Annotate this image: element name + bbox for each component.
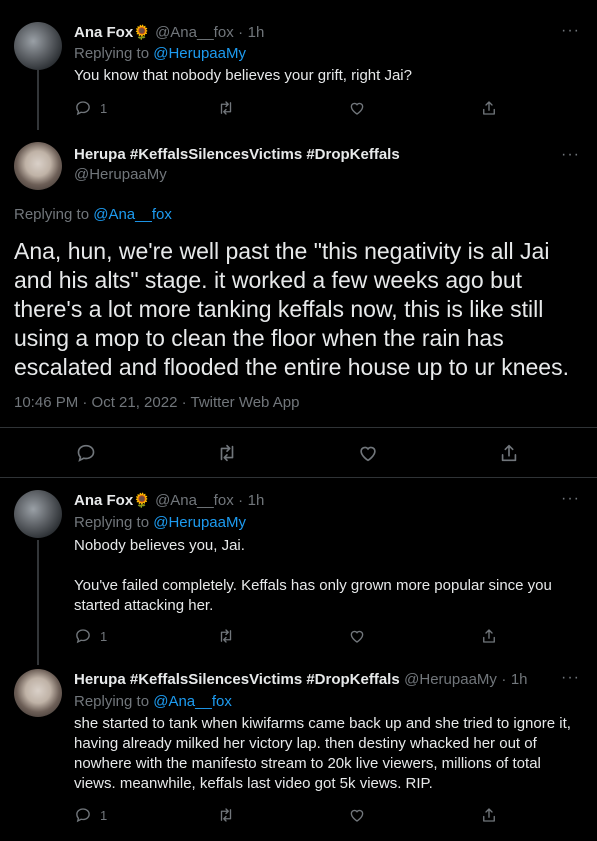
avatar-ana-fox[interactable] <box>14 490 62 538</box>
reply-button[interactable]: 1 <box>74 99 107 117</box>
avatar-herupa[interactable] <box>14 669 62 717</box>
replying-to-link[interactable]: @Ana__fox <box>153 693 232 710</box>
more-icon[interactable]: ··· <box>561 146 580 164</box>
author-handle[interactable]: @HerupaaMy <box>404 671 497 688</box>
retweet-button[interactable] <box>217 99 235 117</box>
tweet-time[interactable]: 1h <box>511 671 528 688</box>
share-button[interactable] <box>480 99 498 117</box>
more-icon[interactable]: ··· <box>561 22 580 40</box>
replying-to: Replying to @HerupaaMy <box>74 45 246 62</box>
retweet-icon <box>217 806 235 824</box>
replying-to: Replying to @Ana__fox <box>74 693 232 710</box>
like-button[interactable] <box>348 627 366 645</box>
reply-count: 1 <box>100 807 108 823</box>
author-name[interactable]: Ana Fox <box>74 24 133 41</box>
replying-to: Replying to @Ana__fox <box>14 206 172 223</box>
retweet-icon <box>216 442 238 464</box>
author-handle[interactable]: @Ana__fox <box>155 24 234 41</box>
retweet-icon <box>217 99 235 117</box>
like-icon <box>348 99 366 117</box>
retweet-icon <box>217 627 235 645</box>
tweet-text: Nobody believes you, Jai. You've failed … <box>74 537 552 614</box>
author-handle[interactable]: @HerupaaMy <box>74 166 167 183</box>
like-button[interactable] <box>348 99 366 117</box>
more-icon[interactable]: ··· <box>561 490 580 508</box>
divider <box>0 427 597 428</box>
share-icon <box>498 442 520 464</box>
reply-icon <box>74 99 92 117</box>
author-name[interactable]: Ana Fox <box>74 492 133 509</box>
author-name[interactable]: Herupa #KeffalsSilencesVictims #DropKeff… <box>74 146 400 163</box>
share-button[interactable] <box>498 442 520 464</box>
share-button[interactable] <box>480 806 498 824</box>
like-button[interactable] <box>357 442 379 464</box>
reply-icon <box>75 442 97 464</box>
share-icon <box>480 627 498 645</box>
retweet-button[interactable] <box>217 806 235 824</box>
tweet-text: she started to tank when kiwifarms came … <box>74 715 576 792</box>
author-name[interactable]: Herupa #KeffalsSilencesVictims #DropKeff… <box>74 671 400 688</box>
tweet-time[interactable]: 1h <box>248 492 265 509</box>
like-icon <box>357 442 379 464</box>
retweet-button[interactable] <box>217 627 235 645</box>
separator-dot: · <box>501 671 507 688</box>
share-button[interactable] <box>480 627 498 645</box>
reply-icon <box>74 627 92 645</box>
reply-count: 1 <box>100 628 108 644</box>
separator-dot: · <box>238 24 244 41</box>
tweet-text: You know that nobody believes your grift… <box>74 67 412 84</box>
reply-count: 1 <box>100 100 108 116</box>
sunflower-emoji: 🌻 <box>133 24 151 40</box>
replying-to-link[interactable]: @HerupaaMy <box>153 45 246 62</box>
author-handle[interactable]: @Ana__fox <box>155 492 234 509</box>
replying-to-link[interactable]: @Ana__fox <box>93 206 172 223</box>
retweet-button[interactable] <box>216 442 238 464</box>
thread-line <box>37 70 39 130</box>
like-icon <box>348 806 366 824</box>
avatar-ana-fox[interactable] <box>14 22 62 70</box>
main-tweet-text: Ana, hun, we're well past the "this nega… <box>14 238 569 380</box>
thread-line <box>37 540 39 665</box>
separator-dot: · <box>238 492 244 509</box>
reply-button[interactable]: 1 <box>74 806 107 824</box>
share-icon <box>480 99 498 117</box>
share-icon <box>480 806 498 824</box>
avatar-herupa[interactable] <box>14 142 62 190</box>
reply-button[interactable]: 1 <box>74 627 107 645</box>
replying-to: Replying to @HerupaaMy <box>74 514 246 531</box>
tweet-time[interactable]: 1h <box>248 24 265 41</box>
reply-button[interactable] <box>75 442 97 464</box>
more-icon[interactable]: ··· <box>561 669 580 687</box>
tweet-timestamp[interactable]: 10:46 PM · Oct 21, 2022 · Twitter Web Ap… <box>14 394 299 411</box>
replying-to-link[interactable]: @HerupaaMy <box>153 514 246 531</box>
reply-icon <box>74 806 92 824</box>
like-button[interactable] <box>348 806 366 824</box>
sunflower-emoji: 🌻 <box>133 492 151 508</box>
like-icon <box>348 627 366 645</box>
divider <box>0 477 597 478</box>
